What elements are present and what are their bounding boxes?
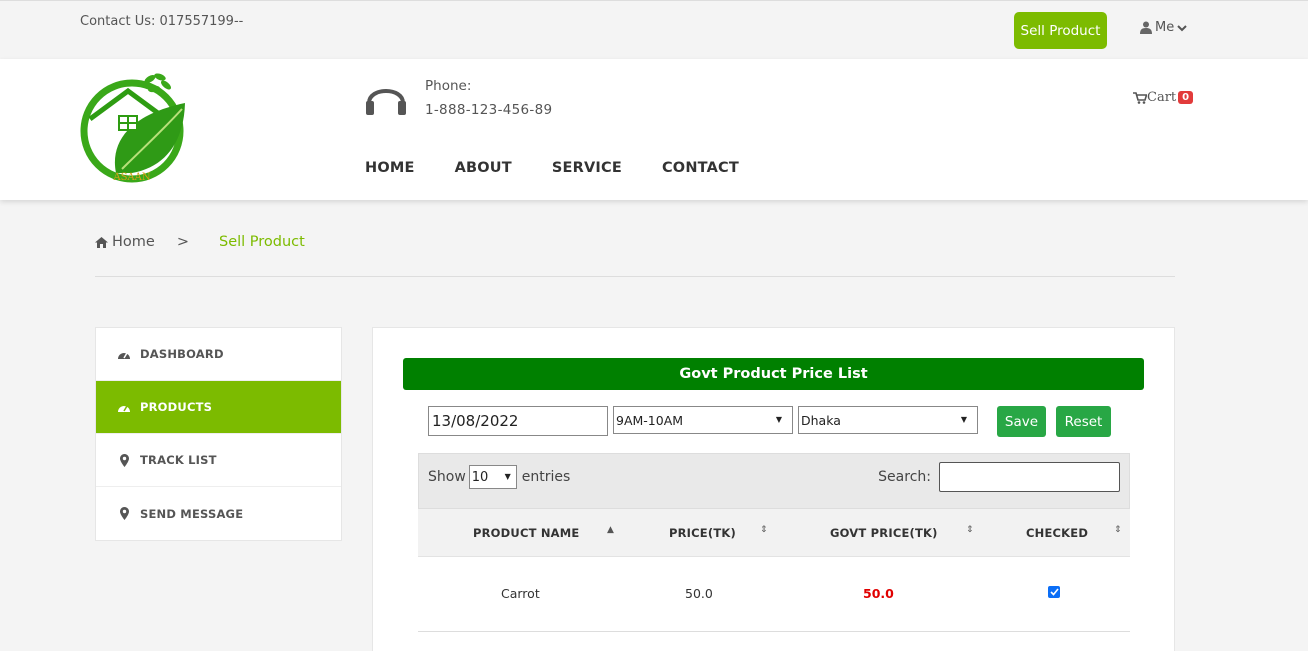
entries-select[interactable]: 10 ▼ [468,465,517,489]
cell-price: 50.0 [685,586,713,601]
site-header: ASAAN Phone: 1-888-123-456-89 HOME ABOUT… [0,59,1308,200]
breadcrumb-current: Sell Product [218,234,305,250]
dashboard-icon [117,400,131,414]
nav-about[interactable]: ABOUT [455,160,512,176]
cart-icon [1133,91,1147,104]
date-input[interactable]: 13/08/2022 [428,406,608,436]
header-govt-price[interactable]: GOVT PRICE(TK) [830,526,938,540]
user-icon [1140,21,1152,34]
breadcrumb-home-label: Home [112,234,155,250]
panel-title: Govt Product Price List [403,358,1144,390]
sidebar: DASHBOARD PRODUCTS TRACK LIST SEND MESSA… [95,327,342,541]
entries-value: 10 [471,469,489,485]
sidebar-item-products[interactable]: PRODUCTS [96,381,341,434]
cart-count-badge: 0 [1178,91,1194,104]
table-row: Carrot 50.0 50.0 [418,557,1130,632]
city-select[interactable]: Dhaka ▼ [798,406,978,434]
top-bar: Contact Us: 017557199-- Sell Product Me [0,0,1308,59]
dropdown-arrow-icon: ▼ [775,415,782,424]
chevron-down-icon [1177,24,1187,31]
main-nav: HOME ABOUT SERVICE CONTACT [365,160,779,176]
dropdown-arrow-icon: ▼ [504,472,511,481]
sidebar-item-send-message[interactable]: SEND MESSAGE [96,487,341,540]
search-input[interactable] [939,462,1120,492]
table-header: PRODUCT NAME ▲ PRICE(TK) ⇕ GOVT PRICE(TK… [418,509,1130,557]
header-price[interactable]: PRICE(TK) [669,526,736,540]
phone-label: Phone: [425,78,472,94]
logo-text: ASAAN [112,172,151,183]
city-value: Dhaka [801,412,841,428]
user-menu[interactable]: Me [1140,20,1187,35]
sort-asc-icon[interactable]: ▲ [607,525,614,535]
sidebar-item-track-list[interactable]: TRACK LIST [96,434,341,487]
cart-label: Cart [1147,90,1177,105]
price-list-panel: Govt Product Price List 13/08/2022 9AM-1… [372,327,1175,651]
sort-icon[interactable]: ⇕ [760,525,768,535]
nav-service[interactable]: SERVICE [552,160,622,176]
search-label: Search: [878,469,931,485]
breadcrumb-separator: > [176,234,189,250]
cell-govt-price: 50.0 [863,586,894,601]
breadcrumb: Home > Sell Product [95,234,305,250]
reset-button[interactable]: Reset [1056,406,1111,437]
show-label: Show [428,469,466,485]
breadcrumb-home[interactable]: Home [95,234,155,250]
sidebar-item-label: DASHBOARD [140,347,224,361]
table-controls: Show 10 ▼ entries Search: [418,453,1130,509]
home-icon [95,236,108,248]
sort-icon[interactable]: ⇕ [966,525,974,535]
sidebar-item-dashboard[interactable]: DASHBOARD [96,328,341,381]
cell-product-name: Carrot [501,586,540,601]
site-logo[interactable]: ASAAN [80,69,190,185]
phone-number: 1-888-123-456-89 [425,102,553,118]
checked-checkbox[interactable] [1048,586,1060,598]
header-product-name[interactable]: PRODUCT NAME [473,526,579,540]
table-search: Search: [878,462,1120,492]
nav-contact[interactable]: CONTACT [662,160,739,176]
dropdown-arrow-icon: ▼ [960,415,967,424]
contact-us-text: Contact Us: 017557199-- [80,14,244,29]
check-icon [1049,588,1059,596]
nav-home[interactable]: HOME [365,160,415,176]
map-marker-icon [117,453,131,467]
header-checked[interactable]: CHECKED [1026,526,1088,540]
sidebar-item-label: TRACK LIST [140,453,217,467]
headset-icon [366,89,406,115]
save-button[interactable]: Save [997,406,1046,437]
user-menu-label: Me [1155,20,1175,35]
show-entries: Show 10 ▼ entries [428,465,570,489]
map-marker-icon [117,507,131,521]
breadcrumb-divider [95,276,1175,277]
time-slot-value: 9AM-10AM [616,412,684,428]
dashboard-icon [117,347,131,361]
sort-icon[interactable]: ⇕ [1114,525,1122,535]
time-slot-select[interactable]: 9AM-10AM ▼ [613,406,793,434]
sell-product-button[interactable]: Sell Product [1014,12,1107,49]
sidebar-item-label: SEND MESSAGE [140,506,244,521]
entries-label: entries [521,469,571,485]
cart-link[interactable]: Cart 0 [1133,90,1194,105]
sidebar-item-label: PRODUCTS [140,400,213,414]
